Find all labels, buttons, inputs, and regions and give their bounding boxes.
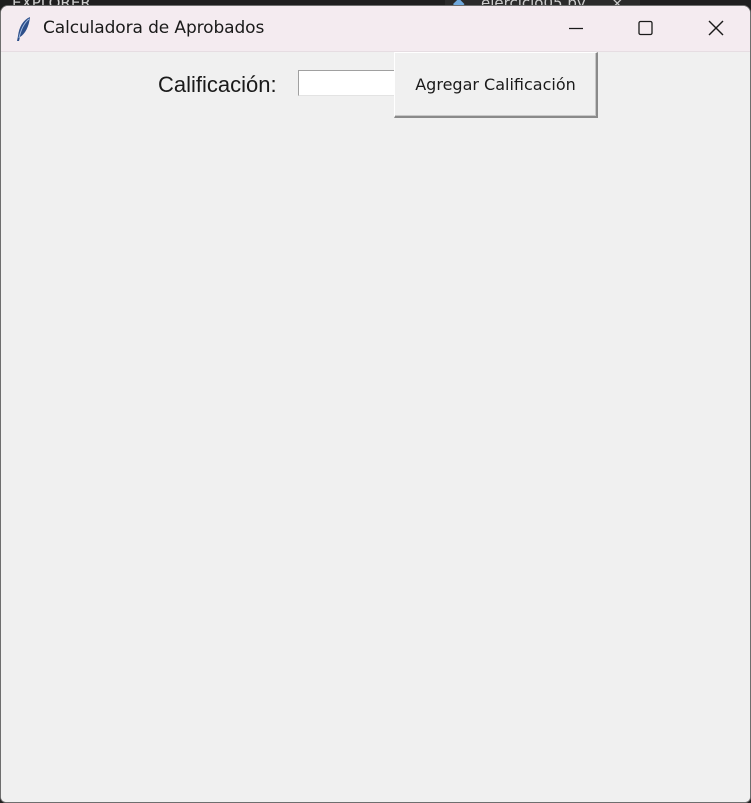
title-bar[interactable]: Calculadora de Aprobados: [1, 6, 750, 52]
maximize-icon: [638, 20, 653, 36]
minimize-button[interactable]: [541, 6, 611, 51]
grade-label: Calificación:: [158, 72, 277, 97]
minimize-icon: [569, 27, 583, 30]
close-button[interactable]: [681, 6, 750, 51]
grade-input[interactable]: [298, 70, 396, 96]
feather-icon: [15, 16, 33, 42]
add-grade-button[interactable]: Agregar Calificación: [394, 52, 598, 118]
close-icon: [708, 20, 724, 36]
window-title: Calculadora de Aprobados: [43, 18, 265, 38]
app-window: Calculadora de Aprobados Calificación: A…: [0, 5, 751, 803]
maximize-button[interactable]: [611, 6, 681, 51]
form-area: Calificación: Agregar Calificación: [1, 52, 750, 802]
